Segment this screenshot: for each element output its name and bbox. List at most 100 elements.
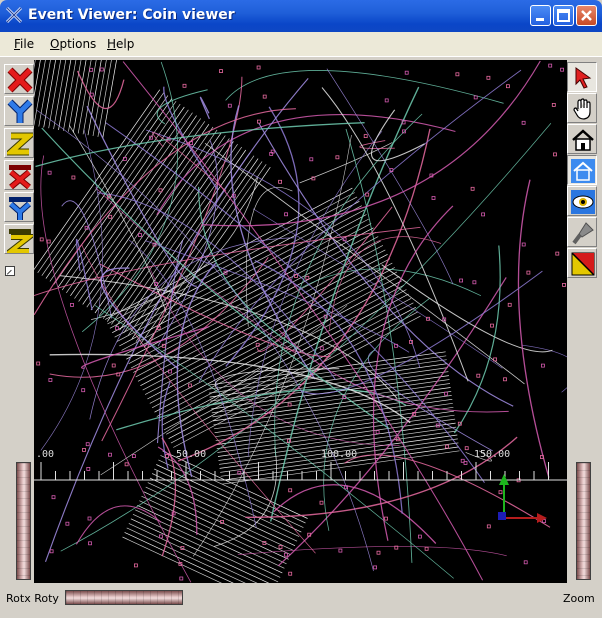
menu-help[interactable]: Help [107,37,134,51]
rotx-thumbwheel[interactable] [16,462,31,580]
hit-marker [373,565,378,570]
hit-marker [335,155,340,160]
track-line [35,122,365,168]
detector-strip [102,60,117,138]
hit-marker [459,278,464,283]
hit-marker [551,103,556,107]
detector-strip [63,60,77,131]
axis-label-150: 150.00 [474,449,510,460]
menu-help-label: elp [116,37,135,51]
hit-marker [472,280,477,285]
triad-z-axis [498,512,506,520]
event-display-canvas[interactable]: .00 50.00 100.00 150.00 [34,60,567,583]
mini-toggle-icon[interactable] [5,266,15,276]
detector-strip [158,459,304,528]
track-line [372,205,454,541]
track-line [91,177,258,320]
axis-ruler: .00 50.00 100.00 150.00 [34,449,567,481]
roty-thumbwheel-ridges [66,591,182,604]
hit-marker [46,239,51,244]
zoom-label: Zoom [563,592,595,605]
view-minus-x-button[interactable] [4,160,34,190]
minus-z-axis-icon [7,229,33,253]
hit-marker [507,302,512,307]
view-z-button[interactable] [4,128,34,158]
hit-marker [384,98,389,103]
track-line [225,70,504,104]
hit-marker [431,196,436,200]
axis-label-0: .00 [36,449,54,460]
view-minus-z-button[interactable] [4,224,34,254]
hit-marker [505,84,510,89]
detector-wedge [34,89,271,348]
maximize-button[interactable] [553,5,574,26]
menu-file[interactable]: File [14,37,34,51]
seek-button[interactable] [567,217,597,247]
hit-marker [404,70,409,75]
hit-marker [498,490,503,495]
set-home-button[interactable] [567,155,597,185]
hit-marker [305,275,310,280]
hit-marker [562,282,566,287]
hit-marker [99,67,104,72]
detector-strip [145,486,291,556]
hit-marker [188,383,192,388]
z-axis-icon [7,132,33,156]
hit-marker [262,94,267,99]
hit-marker [384,516,388,521]
detector-strip [173,315,421,448]
view-y-button[interactable] [4,96,34,126]
hit-marker [338,548,343,553]
hit-marker [88,541,92,546]
hit-marker [85,442,90,447]
view-all-button[interactable] [567,186,597,216]
pan-button[interactable] [567,93,597,123]
detector-strip [34,89,161,271]
arrow-pointer-icon [575,67,592,89]
hit-marker [219,69,223,74]
particle-tracks [34,60,567,583]
hit-marker [81,388,86,393]
hit-marker [108,214,113,219]
close-button[interactable] [576,5,597,26]
home-button[interactable] [567,124,597,154]
hand-icon [573,98,591,120]
track-line [34,226,421,297]
detector-strip [143,491,289,560]
app-x-icon [5,6,23,24]
title-bar: Event Viewer: Coin viewer [0,0,602,32]
detector-strip [97,60,112,137]
track-line [40,155,192,583]
hit-marker [134,563,138,568]
roty-thumbwheel[interactable] [65,590,183,605]
select-button[interactable] [567,62,597,92]
hit-marker [48,378,53,382]
hit-marker [481,212,486,217]
perspective-icon [571,252,595,276]
view-minus-y-button[interactable] [4,192,34,222]
projection-button[interactable] [567,248,597,278]
hit-marker [278,179,283,184]
minimize-button[interactable] [530,5,551,26]
menu-options[interactable]: Options [50,37,96,51]
rotx-thumbwheel-ridges [17,463,30,579]
hit-marker [159,534,163,539]
hit-marker [288,488,293,493]
axis-label-50: 50.00 [176,449,206,460]
track-line [370,109,425,162]
hit-marker [542,519,546,524]
hit-marker [523,560,528,565]
rotx-roty-label: Rotx Roty [6,592,59,605]
track-line [152,131,227,192]
hit-marker [476,373,481,378]
detector-strip [38,60,51,127]
detector-strip [53,60,67,130]
hit-marker [108,452,112,457]
hit-marker [132,454,136,459]
flashlight-icon [572,222,594,245]
event-viewport[interactable]: .00 50.00 100.00 150.00 [34,60,567,583]
view-x-button[interactable] [4,64,34,94]
set-home-icon [571,159,595,183]
detector-strip [58,60,72,131]
detector-strip [77,60,92,134]
